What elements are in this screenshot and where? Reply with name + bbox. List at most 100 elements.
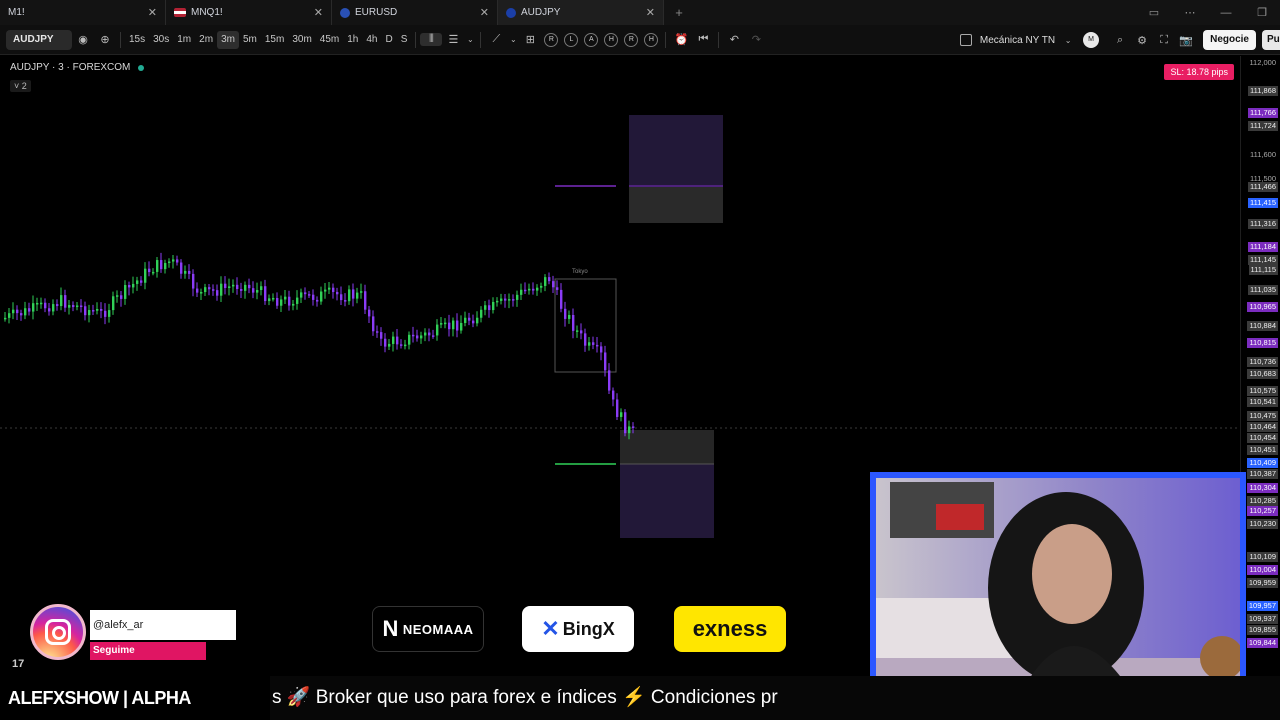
tab-eurusd[interactable]: EURUSD ✕: [332, 0, 498, 25]
layout-icon[interactable]: [959, 34, 972, 46]
candle-body: [72, 305, 75, 308]
session-button[interactable]: A: [584, 32, 599, 47]
chevron-down-icon[interactable]: ⌄: [507, 35, 519, 44]
price-axis[interactable]: 112,000 111,868 111,766 111,724 111,600 111,5…: [1240, 56, 1280, 670]
gear-icon[interactable]: ⚙: [1131, 34, 1153, 47]
close-icon[interactable]: ✕: [314, 6, 323, 19]
candle-body: [200, 292, 203, 294]
more-icon[interactable]: ⋯: [1172, 6, 1208, 19]
candle-body: [372, 316, 375, 332]
candle-body: [220, 283, 223, 296]
candle-body: [332, 287, 335, 292]
timeframe-1m[interactable]: 1m: [173, 31, 195, 49]
panel-icon[interactable]: ▭: [1136, 6, 1172, 19]
candle-body: [584, 333, 587, 346]
templates-icon[interactable]: ⊞: [519, 33, 541, 46]
close-icon[interactable]: ✕: [148, 6, 157, 19]
minimize-icon[interactable]: —: [1208, 7, 1244, 19]
tab-mnq1[interactable]: MNQ1! ✕: [166, 0, 332, 25]
sponsor-neomaaa: N NEOMAAA: [372, 606, 484, 652]
session-button[interactable]: R: [624, 32, 639, 47]
candle-body: [4, 317, 7, 320]
price-label: 109,957: [1246, 601, 1278, 611]
new-tab-icon[interactable]: +: [664, 5, 694, 20]
session-button[interactable]: R: [544, 32, 559, 47]
divider: [415, 31, 417, 48]
tab-audjpy[interactable]: AUDJPY ✕: [498, 0, 664, 25]
trade-button[interactable]: Negocie: [1203, 30, 1256, 50]
camera-icon[interactable]: 📷: [1175, 34, 1197, 47]
session-button[interactable]: H: [604, 32, 619, 47]
layout-name[interactable]: Mecánica NY TN: [980, 35, 1055, 46]
timeframe-30m[interactable]: 30m: [288, 31, 315, 49]
indicators-icon[interactable]: ⟋: [485, 33, 507, 46]
close-icon[interactable]: ✕: [646, 6, 655, 19]
price-label: 110,304: [1247, 483, 1278, 493]
price-label: 111,145: [1248, 255, 1278, 265]
tradingview-logo-icon[interactable]: 17: [12, 658, 24, 670]
tab-m1[interactable]: M1! ✕: [0, 0, 166, 25]
candle-body: [428, 332, 431, 336]
price-label: 109,959: [1246, 578, 1278, 588]
chart-legend[interactable]: AUDJPY · 3 · FOREXCOM: [10, 62, 145, 73]
search-icon[interactable]: ⌕: [1109, 34, 1131, 47]
divider: [120, 31, 121, 48]
bar-settings-icon[interactable]: ☰: [442, 33, 464, 46]
candle-body: [152, 271, 155, 274]
redo-icon[interactable]: ↷: [745, 33, 767, 46]
divider: [665, 31, 667, 48]
eye-icon[interactable]: ◉: [72, 33, 94, 46]
add-symbol-icon[interactable]: ⊕: [94, 33, 116, 46]
session-button[interactable]: H: [644, 32, 659, 47]
price-label: 110,683: [1247, 369, 1278, 379]
candle-body: [564, 308, 567, 319]
timeframe-5m[interactable]: 5m: [239, 31, 261, 49]
divider: [718, 31, 720, 48]
timeframe-1h[interactable]: 1h: [343, 31, 362, 49]
replay-icon[interactable]: ⏮: [692, 33, 714, 46]
undo-icon[interactable]: ↶: [723, 33, 745, 46]
fullscreen-icon[interactable]: ⛶: [1153, 34, 1175, 47]
timeframe-3m[interactable]: 3m: [217, 30, 239, 49]
browser-tab-bar: M1! ✕ MNQ1! ✕ EURUSD ✕ AUDJPY ✕ + ▭ ⋯ — …: [0, 0, 1280, 25]
publish-button[interactable]: Pu: [1262, 30, 1280, 50]
close-icon[interactable]: ✕: [480, 6, 489, 19]
price-label: 111,466: [1248, 182, 1278, 192]
restore-icon[interactable]: ❐: [1244, 6, 1280, 19]
chevron-down-icon[interactable]: ⌄: [464, 35, 476, 44]
symbol-search-button[interactable]: AUDJPY: [6, 29, 72, 50]
timeframe-4h[interactable]: 4h: [362, 31, 381, 49]
candle-body: [168, 261, 171, 264]
candle-body: [124, 285, 127, 299]
candle-body: [360, 291, 363, 293]
candle-body: [292, 303, 295, 306]
fvg-zone-lower: [620, 464, 714, 538]
candle-body: [444, 322, 447, 325]
candle-body: [272, 297, 275, 300]
timeframe-15m[interactable]: 15m: [261, 31, 288, 49]
avatar[interactable]: M: [1083, 32, 1100, 48]
candle-body: [180, 262, 183, 274]
timeframe-15s[interactable]: 15s: [125, 31, 149, 49]
timeframe-2m[interactable]: 2m: [195, 31, 217, 49]
candle-body: [560, 289, 563, 309]
timeframe-s[interactable]: S: [397, 31, 412, 49]
timeframe-45m[interactable]: 45m: [316, 31, 343, 49]
chevron-down-icon[interactable]: ⌄: [1063, 36, 1073, 45]
candle-body: [432, 335, 435, 337]
price-label: 110,464: [1247, 422, 1278, 432]
candle-body: [600, 346, 603, 353]
candle-type-icon[interactable]: ⫴: [420, 33, 443, 46]
window-controls: ▭ ⋯ — ❐: [1136, 0, 1280, 25]
alert-icon[interactable]: ⏰: [670, 33, 692, 46]
candle-body: [80, 305, 83, 308]
timeframe-30s[interactable]: 30s: [149, 31, 173, 49]
session-button[interactable]: L: [564, 32, 579, 47]
indicators-toggle[interactable]: ˅ 2: [10, 80, 31, 92]
candle-body: [60, 295, 63, 307]
symbol-label: AUDJPY: [13, 34, 54, 45]
candle-body: [556, 287, 559, 290]
price-label: 111,316: [1248, 219, 1278, 229]
timeframe-d[interactable]: D: [381, 31, 396, 49]
candle-body: [308, 294, 311, 296]
